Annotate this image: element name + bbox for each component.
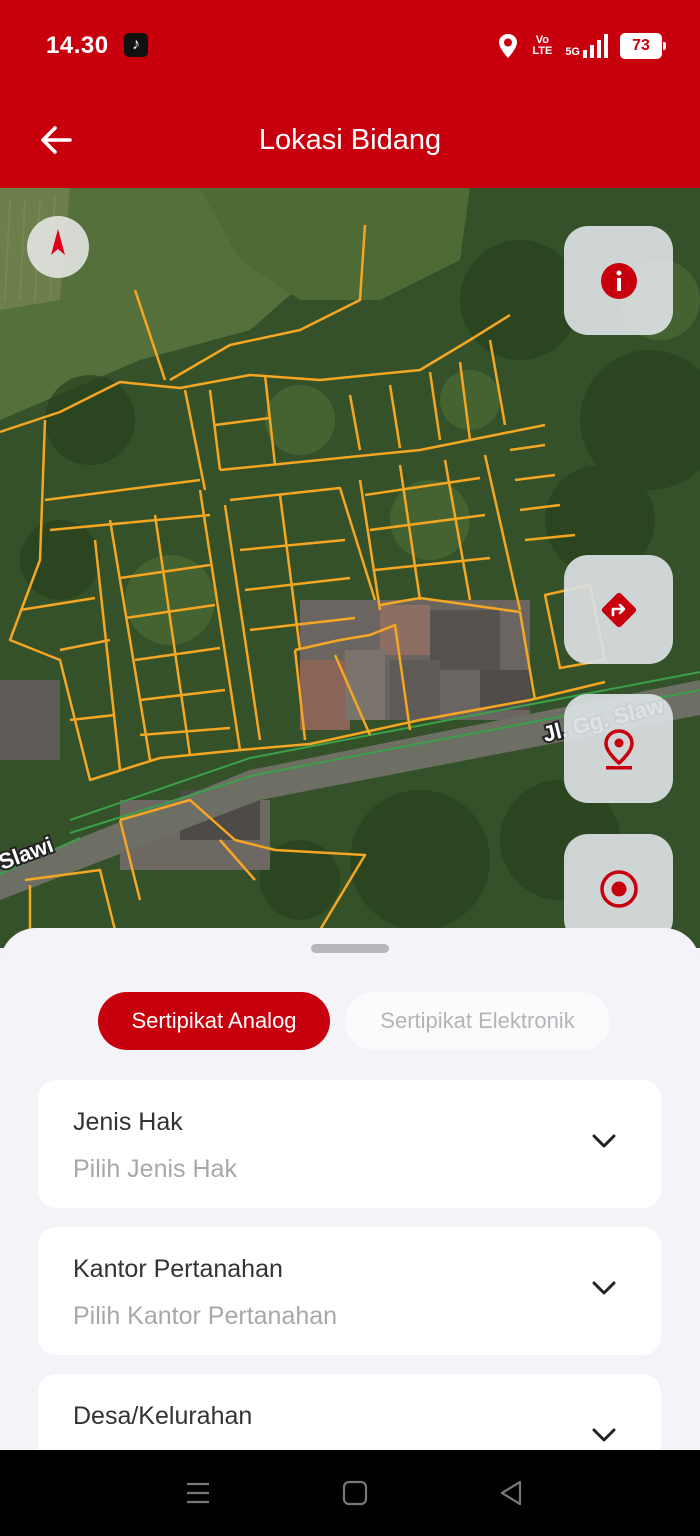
target-icon: [599, 869, 638, 908]
field-placeholder: Pilih Kantor Pertanahan: [73, 1302, 338, 1330]
location-pin-icon: [603, 728, 634, 769]
field-label: Kantor Pertanahan: [73, 1255, 283, 1283]
location-pin-button[interactable]: [564, 694, 673, 803]
volte-indicator: Vo LTE: [532, 34, 553, 57]
directions-button[interactable]: [564, 555, 673, 664]
field-label: Desa/Kelurahan: [73, 1402, 253, 1430]
menu-icon[interactable]: [185, 1480, 211, 1506]
chevron-down-icon: [592, 1281, 616, 1295]
tiktok-icon: ♪: [124, 33, 148, 57]
jenis-hak-dropdown[interactable]: Jenis Hak Pilih Jenis Hak: [38, 1080, 661, 1208]
location-icon: [499, 34, 518, 58]
status-bar: 14.30 ♪ Vo LTE 5G 73: [0, 0, 700, 92]
kantor-pertanahan-dropdown[interactable]: Kantor Pertanahan Pilih Kantor Pertanaha…: [38, 1227, 661, 1355]
bottom-sheet: Sertipikat Analog Sertipikat Elektronik …: [0, 928, 700, 1468]
field-placeholder: Pilih Jenis Hak: [73, 1155, 237, 1183]
home-icon[interactable]: [342, 1480, 368, 1506]
network-type: 5G: [565, 46, 580, 58]
page-title: Lokasi Bidang: [258, 124, 442, 156]
info-button[interactable]: [564, 226, 673, 335]
system-nav-bar: [0, 1450, 700, 1536]
battery-icon: 73: [620, 33, 666, 59]
app-bar: Lokasi Bidang: [0, 92, 700, 188]
drag-handle[interactable]: [311, 944, 389, 953]
my-location-button[interactable]: [564, 834, 673, 943]
info-icon: [600, 262, 637, 299]
back-nav-icon[interactable]: [498, 1480, 524, 1506]
chevron-down-icon: [592, 1428, 616, 1442]
directions-icon: [601, 592, 636, 627]
signal-icon: 5G: [565, 34, 608, 58]
tab-sertipikat-analog[interactable]: Sertipikat Analog: [98, 992, 330, 1050]
compass-icon[interactable]: [27, 216, 89, 278]
status-icons: Vo LTE 5G 73: [497, 30, 666, 62]
status-time: 14.30: [46, 32, 109, 59]
chevron-down-icon: [592, 1134, 616, 1148]
tab-sertipikat-elektronik[interactable]: Sertipikat Elektronik: [345, 992, 610, 1050]
field-label: Jenis Hak: [73, 1108, 183, 1136]
